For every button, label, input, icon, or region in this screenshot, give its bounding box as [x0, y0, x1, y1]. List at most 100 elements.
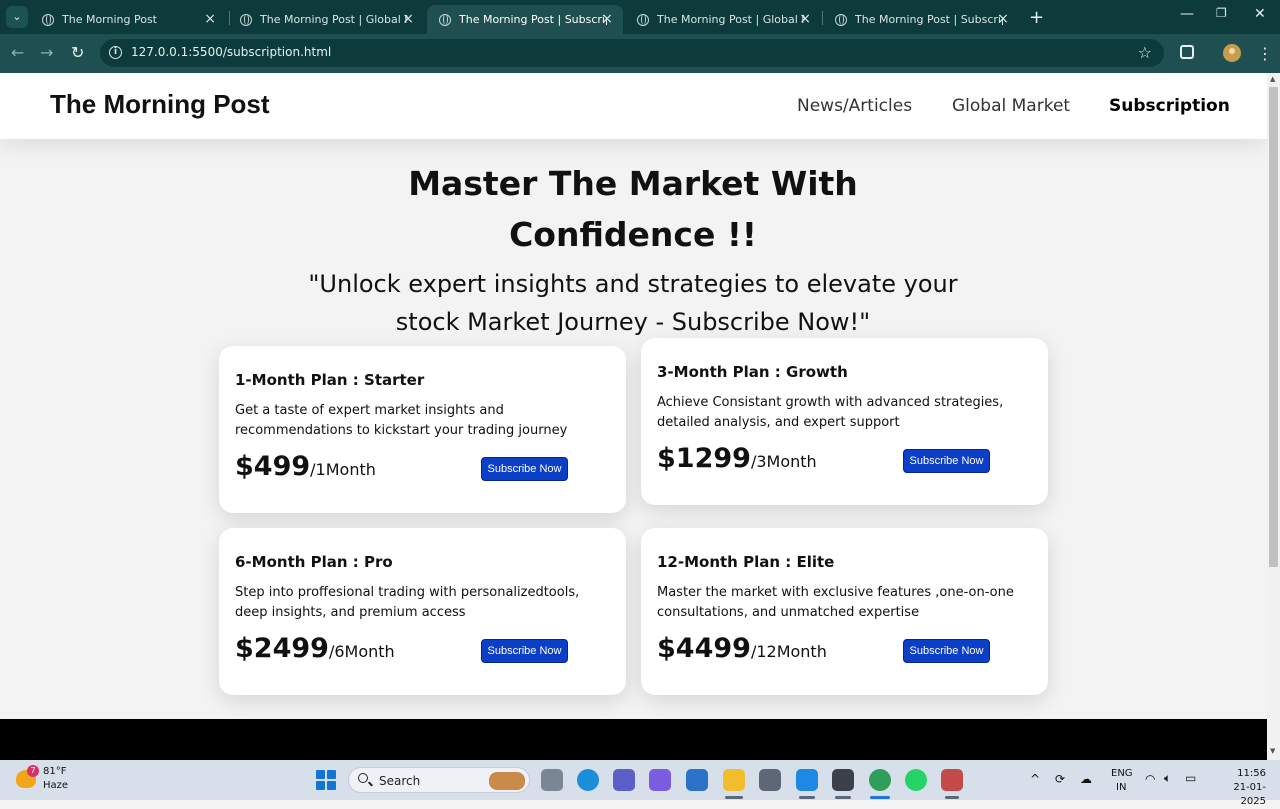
chrome-browser-icon[interactable] — [869, 769, 891, 791]
close-icon[interactable]: × — [402, 11, 414, 27]
subscribe-button-elite[interactable]: Subscribe Now — [903, 639, 990, 663]
taskbar-search-box[interactable]: Search — [348, 767, 530, 793]
subscribe-button-growth[interactable]: Subscribe Now — [903, 449, 990, 473]
browser-tab-2[interactable]: The Morning Post | Global Mark × — [228, 5, 424, 34]
close-icon[interactable]: × — [997, 11, 1009, 27]
plan-name: 12-Month Plan : Elite — [657, 553, 835, 571]
wifi-icon[interactable]: ◠ — [1145, 772, 1155, 786]
sync-icon[interactable]: ⟳ — [1055, 772, 1065, 786]
back-arrow-icon[interactable]: ← — [11, 43, 24, 62]
nav-global-market[interactable]: Global Market — [952, 96, 1070, 116]
tab-search-chevron-icon[interactable]: ⌄ — [6, 6, 28, 28]
hero-subtitle-line-2: stock Market Journey - Subscribe Now!" — [395, 308, 871, 336]
subscribe-button-pro[interactable]: Subscribe Now — [481, 639, 568, 663]
minimize-icon[interactable]: — — [1180, 6, 1194, 22]
plan-price: $2499/6Month — [235, 633, 395, 664]
file-explorer-icon[interactable] — [723, 769, 745, 791]
vscode-icon[interactable] — [796, 769, 818, 791]
running-indicator — [799, 796, 815, 799]
price-period: /12Month — [750, 642, 827, 661]
show-hidden-icons-chevron-icon[interactable]: ^ — [1030, 772, 1040, 786]
plan-card-elite: 12-Month Plan : Elite Master the market … — [641, 528, 1048, 695]
price-amount: $2499 — [235, 633, 329, 664]
close-icon[interactable]: × — [601, 11, 613, 27]
reload-icon[interactable]: ↻ — [71, 43, 84, 62]
clock-time: 11:56 — [1237, 768, 1266, 779]
task-view-icon[interactable] — [541, 769, 563, 791]
forward-arrow-icon[interactable]: → — [40, 43, 53, 62]
browser-toolbar: ← → ↻ i 127.0.0.1:5500/subscription.html… — [0, 34, 1280, 73]
nav-subscription[interactable]: Subscription — [1109, 96, 1230, 116]
close-icon[interactable]: × — [204, 11, 216, 27]
plan-name: 6-Month Plan : Pro — [235, 553, 393, 571]
site-footer — [0, 719, 1267, 760]
teams-icon[interactable] — [613, 769, 635, 791]
close-icon[interactable]: × — [799, 11, 811, 27]
hero-subtitle-line-1: "Unlock expert insights and strategies t… — [308, 270, 958, 298]
weather-description[interactable]: Haze — [43, 780, 68, 791]
copilot-icon[interactable] — [649, 769, 671, 791]
globe-icon — [637, 13, 649, 26]
windows-start-icon[interactable] — [316, 770, 336, 790]
plan-card-starter: 1-Month Plan : Starter Get a taste of ex… — [219, 346, 626, 513]
page-scrollbar[interactable]: ▲ ▼ — [1267, 73, 1280, 760]
plan-description: Achieve Consistant growth with advanced … — [657, 395, 1004, 430]
profile-avatar-icon[interactable] — [1223, 44, 1241, 62]
plan-description: Master the market with exclusive feature… — [657, 585, 1014, 620]
extensions-puzzle-icon[interactable] — [1180, 45, 1194, 59]
restore-icon[interactable]: ❐ — [1216, 6, 1227, 20]
onedrive-icon[interactable]: ☁ — [1080, 772, 1092, 786]
hero-title-line-2: Confidence !! — [509, 215, 757, 254]
plan-card-pro: 6-Month Plan : Pro Step into proffesiona… — [219, 528, 626, 695]
running-indicator — [835, 796, 851, 799]
taskbar-search-label: Search — [379, 774, 421, 788]
globe-icon — [439, 13, 451, 26]
scroll-up-arrow-icon[interactable]: ▲ — [1270, 75, 1275, 83]
hero-title: Master The Market With Confidence !! — [333, 158, 933, 260]
battery-icon[interactable]: ▭ — [1185, 771, 1196, 785]
browser-tab-4[interactable]: The Morning Post | Global Mark × — [625, 5, 821, 34]
site-header: The Morning Post News/Articles Global Ma… — [0, 73, 1267, 139]
new-tab-plus-icon[interactable]: + — [1029, 7, 1044, 28]
plan-description: Get a taste of expert market insights an… — [235, 403, 568, 438]
browser-tab-3-active[interactable]: The Morning Post | Subscription × — [427, 5, 623, 34]
site-info-icon[interactable]: i — [109, 46, 122, 59]
price-amount: $1299 — [657, 443, 751, 474]
search-highlight-art-icon — [489, 772, 525, 790]
nav-news-articles[interactable]: News/Articles — [797, 96, 912, 116]
site-logo-text[interactable]: The Morning Post — [50, 89, 270, 120]
edge-browser-icon[interactable] — [577, 769, 599, 791]
weather-notification-badge: 7 — [27, 765, 39, 777]
weather-temperature[interactable]: 81°F — [43, 766, 66, 777]
browser-tab-5[interactable]: The Morning Post | Subscription × — [823, 5, 1019, 34]
terminal-icon[interactable] — [832, 769, 854, 791]
scrollbar-thumb[interactable] — [1269, 87, 1278, 567]
tab-title: The Morning Post — [62, 13, 157, 26]
browser-menu-kebab-icon[interactable]: ⋮ — [1257, 44, 1273, 63]
language-indicator-line-2[interactable]: IN — [1116, 782, 1126, 793]
globe-icon — [42, 13, 54, 26]
language-indicator-line-1[interactable]: ENG — [1111, 768, 1133, 779]
plan-price: $1299/3Month — [657, 443, 817, 474]
microsoft-store-icon[interactable] — [686, 769, 708, 791]
plan-price: $499/1Month — [235, 451, 376, 482]
url-text[interactable]: 127.0.0.1:5500/subscription.html — [131, 45, 331, 59]
price-amount: $4499 — [657, 633, 751, 664]
browser-tab-1[interactable]: The Morning Post × — [30, 5, 226, 34]
subscribe-button-starter[interactable]: Subscribe Now — [481, 457, 568, 481]
globe-icon — [240, 13, 252, 26]
plan-card-growth: 3-Month Plan : Growth Achieve Consistant… — [641, 338, 1048, 505]
globe-icon — [835, 13, 847, 26]
hero-subtitle: "Unlock expert insights and strategies t… — [283, 265, 983, 341]
scroll-down-arrow-icon[interactable]: ▼ — [1270, 747, 1275, 755]
address-bar[interactable]: i 127.0.0.1:5500/subscription.html ☆ — [100, 39, 1164, 67]
bookmark-star-icon[interactable]: ☆ — [1138, 43, 1152, 62]
whatsapp-icon[interactable] — [905, 769, 927, 791]
volume-icon[interactable]: 🔈︎ — [1164, 771, 1171, 786]
unity-hub-icon[interactable] — [759, 769, 781, 791]
window-close-icon[interactable]: ✕ — [1254, 6, 1266, 22]
snipping-tool-icon[interactable] — [941, 769, 963, 791]
search-icon — [358, 773, 368, 783]
price-period: /3Month — [750, 452, 817, 471]
taskbar-clock[interactable]: 11:56 21-01-2025 — [1212, 767, 1266, 809]
